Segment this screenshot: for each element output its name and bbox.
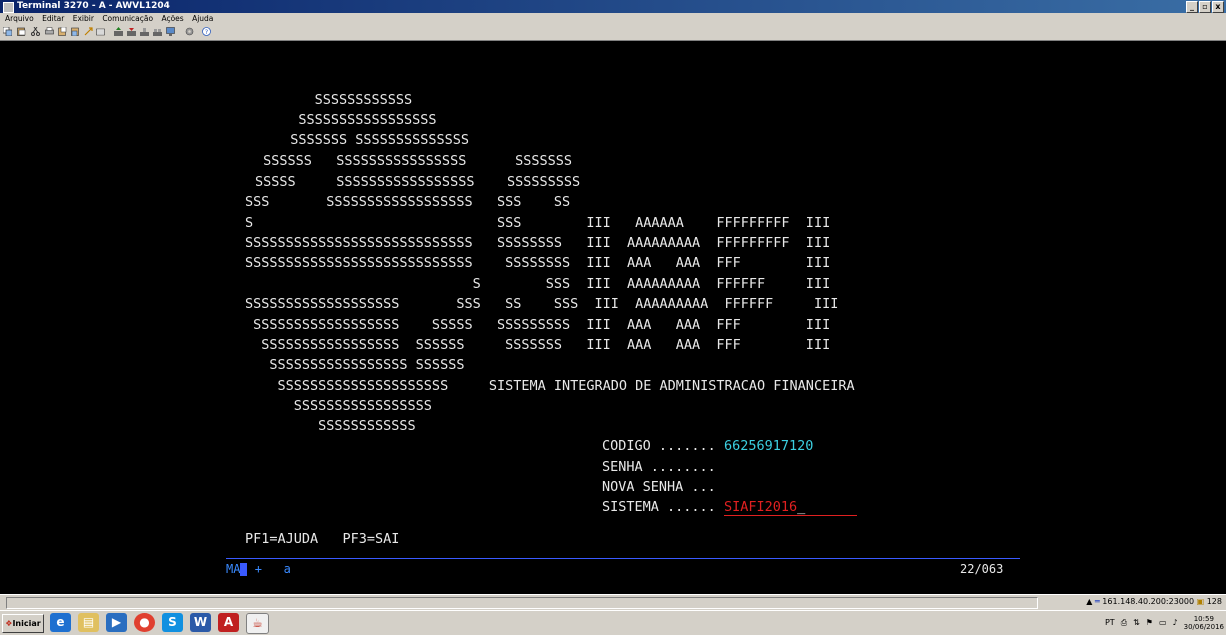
scroll-up-icon[interactable]: ▲: [1086, 597, 1092, 606]
menu-comunicacao[interactable]: Comunicação: [102, 14, 153, 23]
toolbar: ?: [0, 24, 1226, 41]
menu-arquivo[interactable]: Arquivo: [5, 14, 34, 23]
oia-status: + a: [254, 562, 291, 576]
menu-editar[interactable]: Editar: [42, 14, 64, 23]
help-icon[interactable]: ?: [202, 27, 211, 36]
logo-line: SSSSSSSSSSSSSSSSS: [245, 398, 432, 414]
logo-line: SSSSSSSSSSSSSSSSSSSSSSSSSSSS SSSSSSSS II…: [245, 255, 831, 271]
clock-date: 30/06/2016: [1183, 622, 1224, 631]
oia-separator: [226, 558, 1020, 559]
session-count: 128: [1206, 597, 1222, 606]
text-cursor: _: [797, 499, 806, 515]
logo-line: SSSSSSSSSSSSSSSSSS SSSSS SSSSSSSSS III A…: [245, 317, 831, 333]
menu-bar: Arquivo Editar Exibir Comunicação Ações …: [0, 13, 1226, 24]
nova-senha-label: NOVA SENHA ...: [602, 479, 716, 495]
oia-mode: MA: [226, 562, 241, 576]
flag-icon[interactable]: ⚑: [1146, 614, 1153, 631]
clock[interactable]: 10:59 30/06/2016: [1184, 615, 1224, 631]
logo-line: SSSSSSSSSSSSSSSSSSS SSS SS SSS III AAAAA…: [245, 296, 839, 312]
download-icon[interactable]: [127, 27, 136, 36]
window-controls: _ ▫ x: [1186, 1, 1224, 13]
language-indicator[interactable]: PT: [1105, 614, 1115, 631]
connection-icon: ═: [1094, 597, 1100, 606]
menu-acoes[interactable]: Ações: [161, 14, 183, 23]
logo-line: SSSSSSSSSSSSSSSSS: [274, 112, 437, 128]
logo-line: SSSSSSSSSSSS: [274, 92, 413, 108]
logo-line: SSSSS SSSSSSSSSSSSSSSSS SSSSSSSSS: [255, 174, 581, 190]
logo-line: S SSS III AAAAAAAAA FFFFFF III: [245, 276, 831, 292]
cursor-position: 22/063: [960, 562, 1004, 576]
codigo-label: CODIGO .......: [602, 438, 716, 454]
logo-line: SSSSSSSSSSSS: [245, 418, 416, 434]
logo-line: SSSSSSSSSSSSSSSSS SSSSSS SSSSSSS III AAA…: [245, 337, 831, 353]
start-button[interactable]: ❖Iniciar: [2, 614, 44, 633]
printer-icon[interactable]: ⎙: [1121, 614, 1127, 631]
logo-line: SSSSSSS SSSSSSSSSSSSSS: [274, 132, 470, 148]
close-button[interactable]: x: [1212, 1, 1224, 13]
logo-line: SSSSSSSSSSSSSSSSSSSSSSSSSSSS SSSSSSSS II…: [245, 235, 831, 251]
status-field: [6, 597, 1038, 609]
pf-key-hints: PF1=AJUDA PF3=SAI: [245, 531, 400, 547]
keyboard-icon[interactable]: [96, 27, 105, 36]
taskbar: ❖Iniciar e ▤ ▶ ● S W A ☕ PT ⎙ ⇅ ⚑ ▭ ♪ 10…: [0, 610, 1226, 635]
terminal-app-icon: [3, 2, 14, 13]
senha-field[interactable]: [724, 459, 797, 475]
svg-text:?: ?: [205, 28, 208, 36]
transfer-icon[interactable]: [140, 27, 149, 36]
print-icon[interactable]: [45, 27, 54, 36]
media-player-icon[interactable]: ▶: [106, 613, 127, 632]
codigo-field[interactable]: 66256917120: [724, 438, 813, 454]
clock-time: 10:59: [1193, 614, 1214, 623]
host-status-bar: ▲ ═ 161.148.40.200:23000 ▣ 128: [0, 594, 1226, 610]
word-icon[interactable]: W: [190, 613, 211, 632]
logo-line: SSSSSSSSSSSSSSSSS SSSSSS: [245, 357, 465, 373]
paste-icon[interactable]: [17, 27, 26, 36]
start-label: Iniciar: [12, 619, 41, 628]
terminal-screen[interactable]: SSSSSSSSSSSS SSSSSSSSSSSSSSSSS SSSSSSS S…: [0, 41, 1226, 594]
logo-line: SSS SSSSSSSSSSSSSSSSSS SSS SS: [245, 194, 571, 210]
logo-line: SSSSSS SSSSSSSSSSSSSSSS SSSSSSS: [255, 153, 572, 169]
cut-icon[interactable]: [31, 27, 40, 36]
menu-exibir[interactable]: Exibir: [73, 14, 94, 23]
volume-icon[interactable]: ♪: [1173, 614, 1178, 631]
window-title: Terminal 3270 - A - AWVL1204: [17, 1, 170, 11]
connection-info: ▲ ═ 161.148.40.200:23000 ▣ 128: [1086, 596, 1222, 608]
maximize-button[interactable]: ▫: [1199, 1, 1211, 13]
display-icon[interactable]: ▭: [1159, 614, 1167, 631]
network-icon[interactable]: ⇅: [1133, 614, 1140, 631]
receive-icon[interactable]: [71, 27, 80, 36]
minimize-button[interactable]: _: [1186, 1, 1198, 13]
window-titlebar: Terminal 3270 - A - AWVL1204 _ ▫ x: [0, 0, 1226, 13]
menu-ajuda[interactable]: Ajuda: [192, 14, 213, 23]
sistema-value: SIAFI2016: [723, 499, 798, 515]
copy-icon[interactable]: [3, 27, 12, 36]
ie-icon[interactable]: e: [50, 613, 71, 632]
acrobat-icon[interactable]: A: [218, 613, 239, 632]
gear-icon[interactable]: [185, 27, 194, 36]
senha-label: SENHA ........: [602, 459, 716, 475]
send-icon[interactable]: [58, 27, 67, 36]
chrome-icon[interactable]: ●: [134, 613, 155, 632]
sistema-field[interactable]: SIAFI2016_: [723, 499, 858, 516]
logo-line: SSSSSSSSSSSSSSSSSSSSS SISTEMA INTEGRADO …: [245, 378, 855, 394]
host-address: 161.148.40.200:23000: [1102, 597, 1195, 606]
system-tray: PT ⎙ ⇅ ⚑ ▭ ♪ 10:59 30/06/2016: [1105, 614, 1224, 631]
skype-icon[interactable]: S: [162, 613, 183, 632]
oia-cursor-block: [240, 563, 248, 576]
sistema-label: SISTEMA ......: [602, 499, 716, 515]
monitor-icon[interactable]: [166, 27, 175, 36]
macro-icon[interactable]: [84, 27, 93, 36]
nova-senha-field[interactable]: [724, 479, 797, 495]
logo-line: S SSS III AAAAAA FFFFFFFFF III: [245, 215, 831, 231]
explorer-folder-icon[interactable]: ▤: [78, 613, 99, 632]
oia-left: MA + a: [226, 562, 291, 576]
session-icon: ▣: [1196, 597, 1205, 606]
java-icon[interactable]: ☕: [246, 613, 269, 634]
upload-icon[interactable]: [114, 27, 123, 36]
transfer2-icon[interactable]: [153, 27, 162, 36]
